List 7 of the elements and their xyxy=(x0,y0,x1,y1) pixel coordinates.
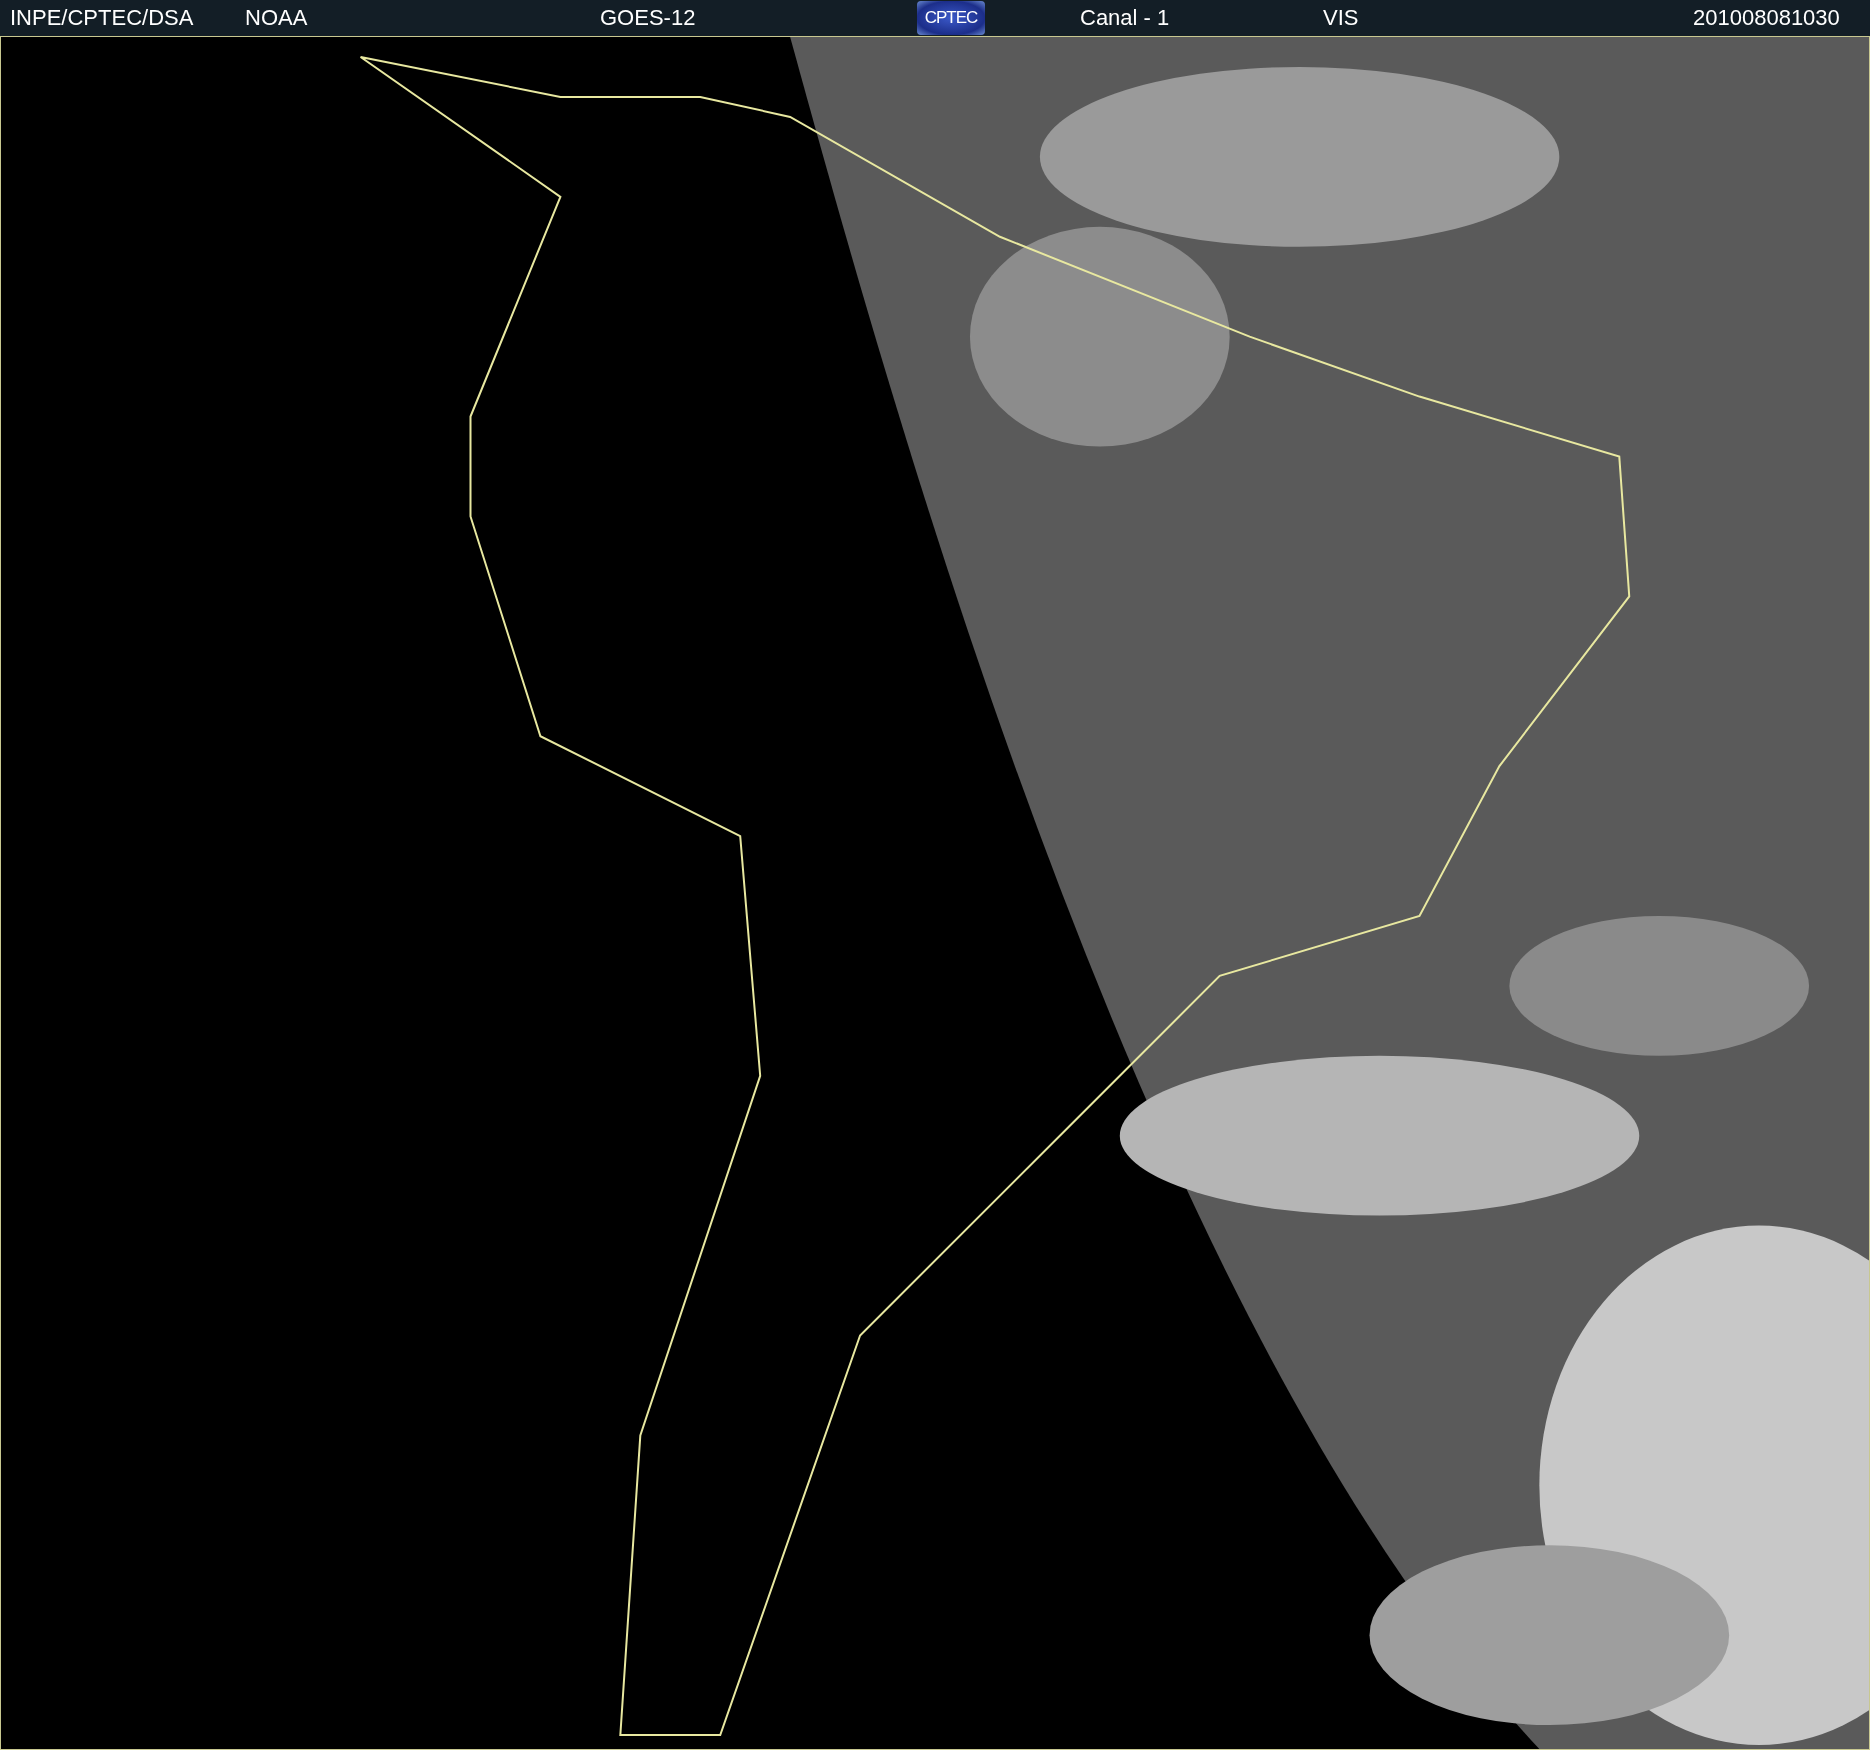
logo: CPTEC xyxy=(917,1,985,35)
band-label: VIS xyxy=(1323,5,1360,31)
channel-label: Canal - 1 xyxy=(1080,5,1171,31)
satellite-label: GOES-12 xyxy=(600,5,697,31)
provider-label: NOAA xyxy=(245,5,309,31)
timestamp-label: 201008081030 xyxy=(1693,5,1840,31)
agency-label: INPE/CPTEC/DSA xyxy=(10,5,195,31)
